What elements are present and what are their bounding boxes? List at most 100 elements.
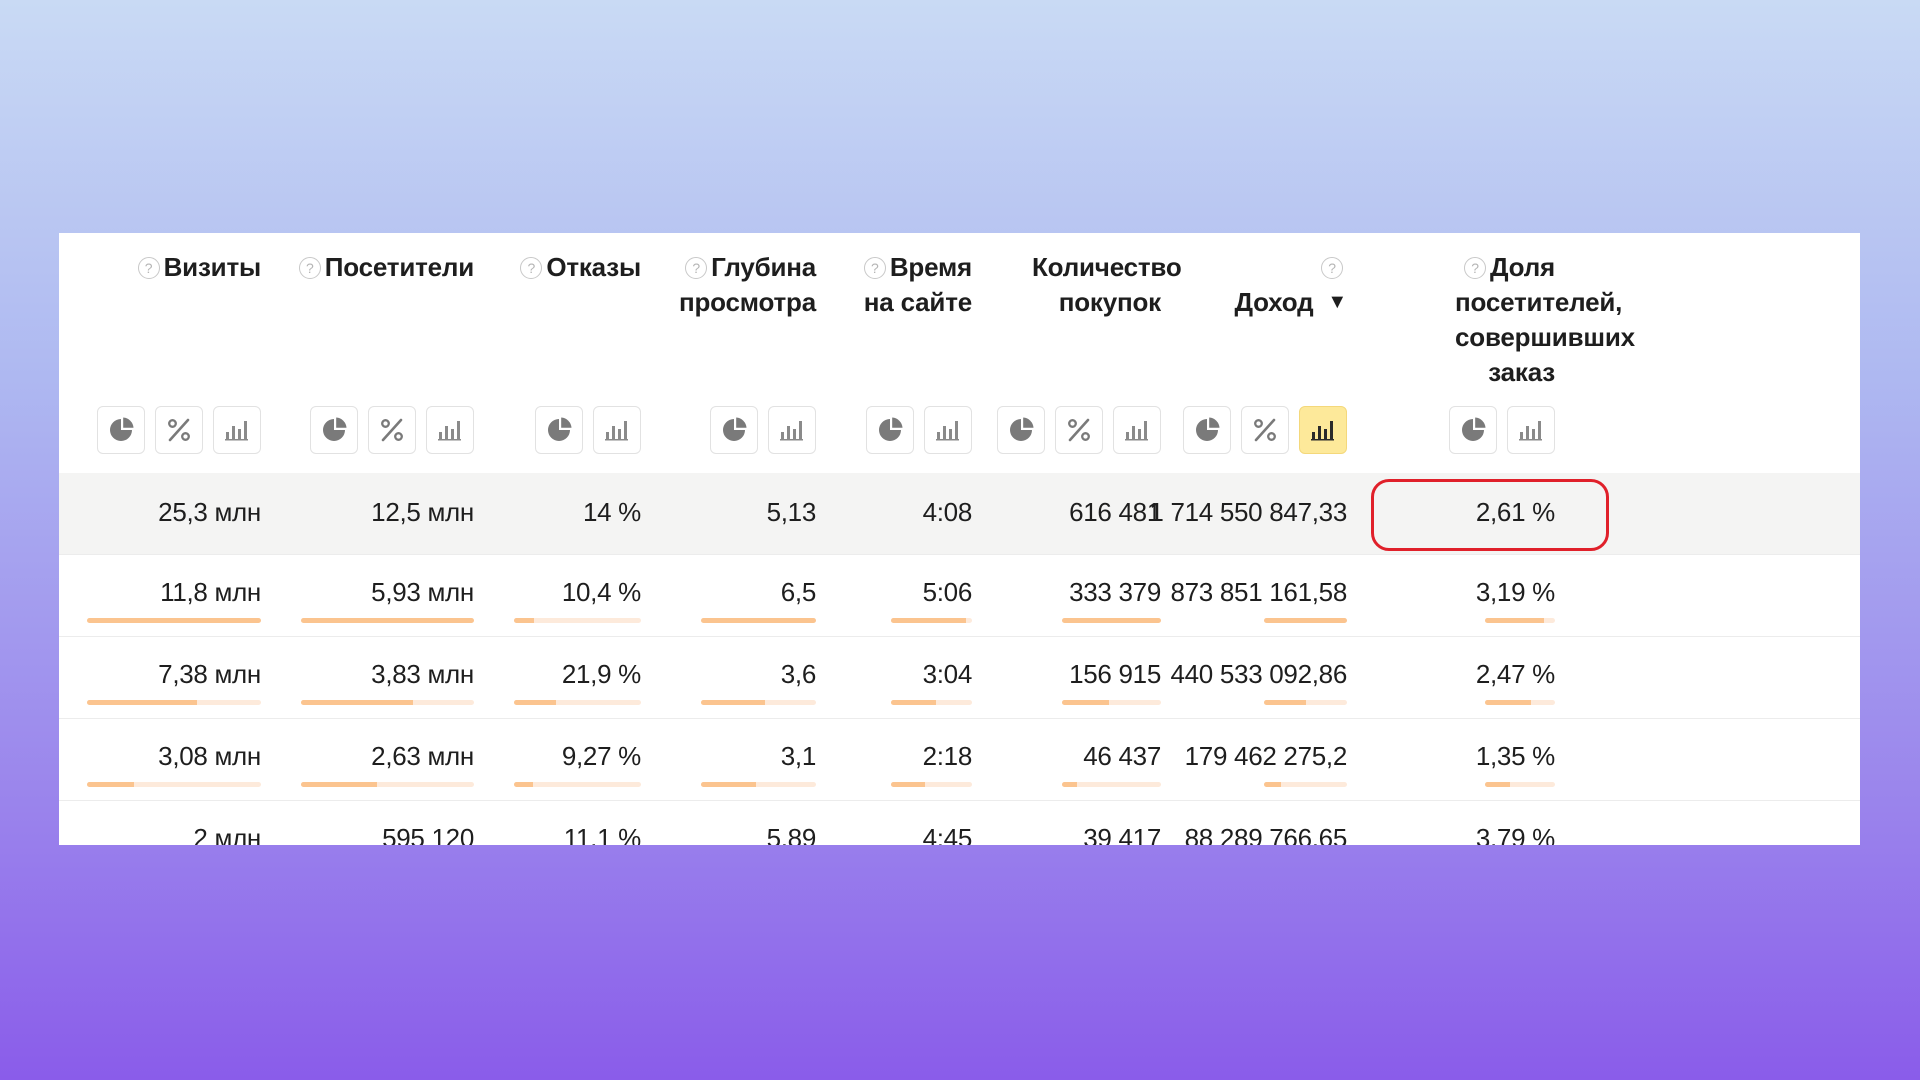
cell-value: 5,13 — [766, 497, 817, 527]
pie-chart-button[interactable] — [1449, 406, 1497, 454]
value-bar — [701, 782, 816, 787]
pie-chart-button[interactable] — [97, 406, 145, 454]
help-icon[interactable]: ? — [1321, 257, 1343, 279]
value-bar — [701, 700, 816, 705]
bar-chart-button[interactable] — [426, 406, 474, 454]
column-title[interactable]: ? Доход ▼ — [1234, 250, 1347, 320]
cell-depth: 6,5 — [701, 555, 816, 637]
value-bar-fill — [1264, 782, 1282, 787]
column-view-buttons — [1183, 406, 1347, 454]
pie-chart-button[interactable] — [310, 406, 358, 454]
bar-chart-button[interactable] — [924, 406, 972, 454]
pie-chart-icon — [875, 415, 905, 445]
column-view-buttons — [866, 406, 972, 454]
column-title[interactable]: ? Визиты — [59, 250, 261, 285]
help-icon[interactable]: ? — [863, 257, 886, 279]
cell-purchases: 39 417 — [1062, 801, 1161, 845]
cell-value: 9,27 % — [561, 741, 641, 771]
cell-revenue: 1 714 550 847,33 — [1149, 473, 1347, 555]
value-bar — [1062, 782, 1161, 787]
bar-chart-button[interactable] — [1507, 406, 1555, 454]
cell-revenue: 440 533 092,86 — [1170, 637, 1347, 719]
pie-chart-button[interactable] — [997, 406, 1045, 454]
column-title[interactable]: ? Глубина просмотра — [671, 250, 816, 320]
cell-value: 2:18 — [922, 741, 973, 771]
cell-value: 11,1 % — [563, 823, 642, 845]
cell-value: 39 417 — [1083, 823, 1161, 845]
percent-button[interactable] — [155, 406, 203, 454]
column-view-buttons — [97, 406, 261, 454]
cell-bounces: 14 % — [514, 473, 641, 555]
cell-value: 6,5 — [780, 577, 817, 607]
column-title[interactable]: ? Доля посетителей, совершивших заказ — [1455, 250, 1635, 390]
bar-chart-button[interactable] — [1113, 406, 1161, 454]
cell-value: 12,5 млн — [371, 497, 474, 527]
value-bar — [87, 700, 261, 705]
pie-chart-button[interactable] — [1183, 406, 1231, 454]
value-bar-fill — [1485, 782, 1511, 787]
value-bar — [514, 782, 641, 787]
cell-value: 46 437 — [1083, 741, 1161, 771]
cell-value: 25,3 млн — [158, 497, 261, 527]
help-icon[interactable]: ? — [685, 257, 708, 279]
cell-value: 3,08 млн — [158, 741, 261, 771]
bar-chart-button[interactable] — [1299, 406, 1347, 454]
pie-chart-icon — [106, 415, 136, 445]
column-title[interactable]: ? Время на сайте — [861, 250, 972, 320]
column-header-visits: ? Визиты — [87, 233, 261, 473]
cell-visitors: 5,93 млн — [301, 555, 474, 637]
bar-chart-button[interactable] — [768, 406, 816, 454]
value-bar — [1264, 700, 1347, 705]
cell-value: 1 714 550 847,33 — [1149, 497, 1347, 527]
pie-chart-button[interactable] — [535, 406, 583, 454]
help-icon[interactable]: ? — [137, 257, 160, 279]
value-bar-fill — [701, 700, 766, 705]
help-icon[interactable]: ? — [1464, 257, 1487, 279]
cell-visitors: 2,63 млн — [301, 719, 474, 801]
percent-button[interactable] — [1241, 406, 1289, 454]
value-bar-fill — [1264, 700, 1306, 705]
total-revenue-highlight — [1371, 479, 1609, 551]
bar-chart-icon — [435, 415, 465, 445]
percent-button[interactable] — [1055, 406, 1103, 454]
column-title[interactable]: ? Отказы — [484, 250, 641, 285]
table-row: 2 млн 595 120 11,1 % 5,89 4:45 39 417 88 289 7… — [59, 801, 1860, 845]
cell-value: 2,47 % — [1475, 659, 1555, 689]
cell-time: 2:18 — [891, 719, 972, 801]
cell-visits: 25,3 млн — [87, 473, 261, 555]
cell-value: 2,63 млн — [371, 741, 474, 771]
value-bar — [514, 618, 641, 623]
bar-chart-button[interactable] — [593, 406, 641, 454]
help-icon[interactable]: ? — [298, 257, 321, 279]
cell-visits: 7,38 млн — [87, 637, 261, 719]
percent-icon — [1064, 415, 1094, 445]
cell-time: 5:06 — [891, 555, 972, 637]
cell-depth: 5,89 — [701, 801, 817, 845]
pie-chart-button[interactable] — [710, 406, 758, 454]
help-icon[interactable]: ? — [520, 257, 543, 279]
cell-value: 1,35 % — [1475, 741, 1555, 771]
value-bar — [891, 700, 972, 705]
value-bar — [87, 782, 261, 787]
cell-share: 2,47 % — [1476, 637, 1555, 719]
value-bar-fill — [87, 618, 261, 623]
value-bar-fill — [301, 618, 474, 623]
value-bar-fill — [891, 618, 967, 623]
bar-chart-button[interactable] — [213, 406, 261, 454]
cell-value: 10,4 % — [561, 577, 641, 607]
bar-chart-icon — [933, 415, 963, 445]
value-bar — [301, 700, 474, 705]
cell-value: 440 533 092,86 — [1170, 659, 1347, 689]
column-header-purchases: Количество покупок — [997, 233, 1182, 473]
pie-chart-icon — [1006, 415, 1036, 445]
sort-desc-icon[interactable]: ▼ — [1327, 291, 1347, 313]
cell-value: 5,93 млн — [371, 577, 474, 607]
percent-button[interactable] — [368, 406, 416, 454]
cell-bounces: 11,1 % — [514, 801, 642, 845]
cell-value: 3:04 — [922, 659, 973, 689]
column-title[interactable]: Количество покупок — [1032, 250, 1182, 320]
column-title[interactable]: ? Посетители — [271, 250, 474, 285]
cell-value: 11,8 млн — [160, 577, 261, 607]
percent-icon — [1250, 415, 1280, 445]
pie-chart-button[interactable] — [866, 406, 914, 454]
